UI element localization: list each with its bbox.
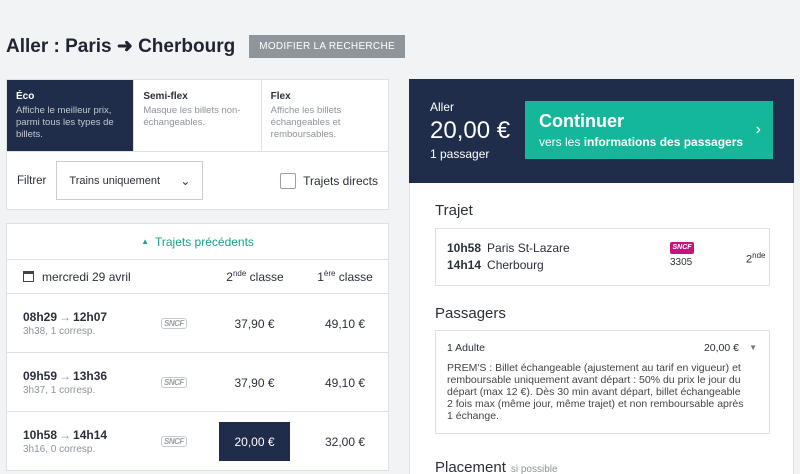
results-header: mercredi 29 avril 2nde classe 1ère class…: [6, 260, 389, 294]
trip-details: Trajet 10h58 Paris St-Lazare 14h14 Cherbou…: [409, 183, 794, 474]
sncf-logo-icon: SNCF: [161, 436, 187, 447]
train-times: 10h58 → 14h14: [23, 428, 108, 442]
tab-name: Flex: [270, 91, 291, 102]
date-label: mercredi 29 avril: [42, 269, 131, 284]
page-title: Aller : Paris ➜ Cherbourg: [6, 35, 236, 57]
sncf-logo-icon: SNCF: [161, 318, 187, 329]
train-row[interactable]: 10h58 → 14h14 3h16, 0 corresp. SNCF 20,00 …: [6, 412, 389, 471]
fare-tabs: Éco Affiche le meilleur prix, parmi tous…: [6, 79, 389, 152]
sncf-logo-icon: SNCF: [670, 242, 694, 254]
sncf-logo-icon: SNCF: [161, 377, 187, 388]
passenger-amount: 20,00 €: [703, 342, 739, 354]
first-class-header: 1ère classe: [317, 269, 373, 284]
train-duration: 3h37, 1 corresp.: [23, 385, 96, 396]
trajet-heading: Trajet: [435, 202, 473, 219]
train-duration: 3h38, 1 corresp.: [23, 326, 96, 337]
tab-semi-flex[interactable]: Semi-flex Masque les billets non-échange…: [134, 80, 262, 151]
chevron-right-icon: ›: [755, 121, 761, 138]
price-first-class[interactable]: 49,10 €: [310, 304, 380, 343]
departure-line: 10h58 Paris St-Lazare: [447, 241, 570, 255]
calendar-icon: [23, 271, 34, 282]
train-duration: 3h16, 0 corresp.: [23, 444, 96, 455]
select-value: Trains uniquement: [69, 174, 161, 187]
train-number: 3305: [670, 257, 693, 268]
continue-button[interactable]: Continuer vers les informations des pass…: [525, 101, 773, 159]
passenger-card: 1 Adulte 20,00 € ▼ PREM'S : Billet échan…: [435, 330, 770, 434]
tab-name: Éco: [16, 91, 35, 102]
filter-label: Filtrer: [17, 174, 47, 187]
continue-subtitle: vers les informations des passagers: [539, 135, 744, 149]
travel-class: 2nde: [746, 251, 766, 266]
modify-search-button[interactable]: MODIFIER LA RECHERCHE: [249, 34, 405, 58]
price-first-class[interactable]: 32,00 €: [310, 422, 380, 461]
arrow-right-icon: →: [59, 428, 72, 442]
checkbox-box[interactable]: [280, 172, 297, 189]
passenger-type: 1 Adulte: [447, 342, 485, 354]
page-header: Aller : Paris ➜ Cherbourg MODIFIER LA RE…: [6, 34, 405, 58]
price-first-class[interactable]: 49,10 €: [310, 363, 380, 402]
arrow-right-icon: →: [59, 369, 72, 383]
tab-eco[interactable]: Éco Affiche le meilleur prix, parmi tous…: [7, 80, 135, 151]
tab-description: Affiche les billets échangeables et remb…: [270, 105, 342, 140]
tab-flex[interactable]: Flex Affiche les billets échangeables et…: [262, 80, 388, 151]
price-second-class[interactable]: 37,90 €: [219, 304, 290, 343]
tab-name: Semi-flex: [143, 91, 188, 102]
placement-heading: Placement si possible: [435, 459, 558, 474]
price-second-class-selected[interactable]: 20,00 €: [219, 422, 290, 461]
placement-hint: si possible: [510, 464, 558, 474]
previous-trips-label: Trajets précédents: [154, 234, 254, 249]
previous-trips-link[interactable]: ▲ Trajets précédents: [6, 223, 389, 260]
total-price: 20,00 €: [430, 117, 511, 144]
direct-trips-checkbox[interactable]: Trajets directs: [280, 172, 378, 189]
price-second-class[interactable]: 37,90 €: [219, 363, 290, 402]
tab-description: Affiche le meilleur prix, parmi tous les…: [16, 105, 114, 140]
tab-description: Masque les billets non-échangeables.: [143, 105, 241, 128]
direction-label: Aller: [430, 100, 455, 114]
caret-down-icon[interactable]: ▼: [749, 343, 757, 352]
date-cell: mercredi 29 avril: [7, 270, 207, 284]
train-row[interactable]: 08h29 → 12h07 3h38, 1 corresp. SNCF 37,90 …: [6, 294, 389, 353]
fare-conditions: PREM'S : Billet échangeable (ajustement …: [447, 362, 744, 422]
booking-summary: Aller 20,00 € 1 passager Continuer vers …: [409, 79, 794, 183]
trajet-card: 10h58 Paris St-Lazare 14h14 Cherbourg SNCF…: [435, 228, 770, 286]
triangle-up-icon: ▲: [141, 237, 149, 246]
arrival-line: 14h14 Cherbourg: [447, 258, 544, 272]
chevron-down-icon: ⌄: [180, 173, 191, 188]
passenger-count: 1 passager: [430, 147, 490, 161]
second-class-header: 2nde classe: [226, 269, 284, 284]
filter-bar: Filtrer Trains uniquement ⌄ Trajets dire…: [6, 152, 389, 210]
checkbox-label: Trajets directs: [303, 173, 378, 188]
train-times: 08h29 → 12h07: [23, 310, 108, 324]
train-times: 09h59 → 13h36: [23, 369, 108, 383]
train-row[interactable]: 09h59 → 13h36 3h37, 1 corresp. SNCF 37,90 …: [6, 353, 389, 412]
arrow-right-icon: →: [59, 310, 72, 324]
passagers-heading: Passagers: [435, 305, 506, 322]
continue-title: Continuer: [539, 111, 624, 131]
transport-select[interactable]: Trains uniquement ⌄: [56, 161, 204, 200]
